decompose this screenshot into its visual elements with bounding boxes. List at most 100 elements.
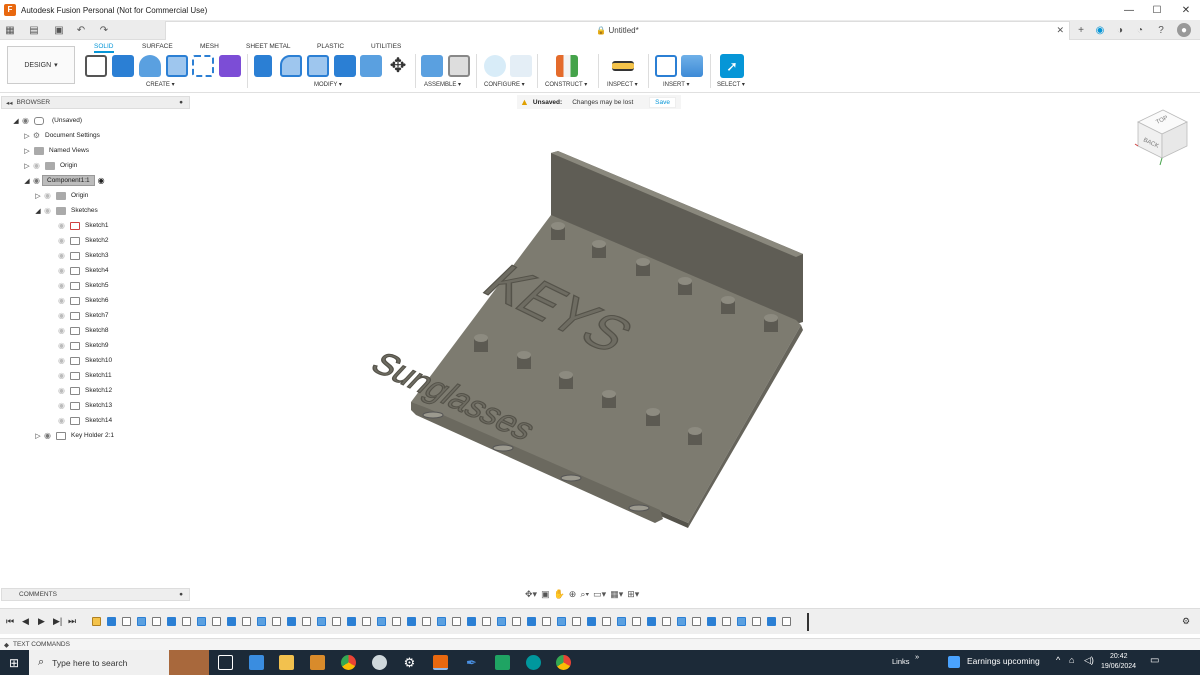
timeline-feature-icon[interactable] [752,617,761,626]
visibility-eye-icon[interactable]: ◉ [31,176,42,185]
visibility-eye-icon[interactable]: ◉ [42,191,53,200]
timeline-feature-icon[interactable] [512,617,521,626]
timeline-feature-icon[interactable] [542,617,551,626]
arduino-icon[interactable] [526,655,541,670]
extrude-icon[interactable] [112,55,134,77]
maximize-button[interactable]: ☐ [1143,0,1171,20]
pen-app-icon[interactable]: ✒ [464,655,479,670]
select-menu[interactable]: SELECT ▾ [717,81,745,88]
tree-root[interactable]: ◢ ◉ (Unsaved) [12,114,82,127]
chrome-icon[interactable] [341,655,356,670]
sketch-row[interactable]: ◉ Sketch14 [56,414,112,427]
timeline-feature-icon[interactable] [602,617,611,626]
sketch-row[interactable]: ◉ Sketch7 [56,309,109,322]
play-icon[interactable]: ▶ [38,616,45,627]
new-component-icon[interactable] [421,55,443,77]
tab-sheet-metal[interactable]: SHEET METAL [246,43,291,50]
pattern-icon[interactable] [192,55,214,77]
fillet-icon[interactable] [280,55,302,77]
sketch-row[interactable]: ◉ Sketch1 [56,219,109,232]
visibility-eye-icon[interactable]: ◉ [20,116,31,125]
timeline-feature-icon[interactable] [197,617,206,626]
visibility-eye-icon[interactable]: ◉ [56,236,67,245]
network-icon[interactable]: ⌂ [1069,655,1074,665]
clock-time[interactable]: 20:42 [1110,653,1128,660]
windows-start-icon[interactable]: ⊞ [9,656,19,670]
timeline-feature-icon[interactable] [362,617,371,626]
save-button[interactable]: Save [649,96,676,108]
go-to-start-icon[interactable]: ⏮ [6,616,14,627]
timeline-feature-icon[interactable] [767,617,776,626]
avatar[interactable]: ● [1177,23,1191,37]
visibility-eye-icon[interactable]: ◉ [56,251,67,260]
chevron-icon[interactable]: » [915,652,919,661]
visibility-eye-icon[interactable]: ◉ [56,341,67,350]
timeline-feature-icon[interactable] [212,617,221,626]
visibility-eye-icon[interactable]: ◉ [56,356,67,365]
timeline-feature-icon[interactable] [257,617,266,626]
task-view-icon[interactable] [218,655,233,670]
visibility-eye-icon[interactable]: ◉ [56,386,67,395]
browser-header[interactable]: ◂◂ BROWSER ● [1,96,190,109]
news-icon[interactable] [948,656,960,668]
assemble-menu[interactable]: ASSEMBLE ▾ [424,81,461,88]
sketch-row[interactable]: ◉ Sketch10 [56,354,112,367]
form-icon[interactable] [219,55,241,77]
timeline-settings-icon[interactable]: ⚙ [1182,616,1190,627]
inspect-menu[interactable]: INSPECT ▾ [607,81,638,88]
timeline-feature-icon[interactable] [557,617,566,626]
undo-icon[interactable]: ↶ [74,23,88,37]
visibility-eye-icon[interactable]: ◉ [31,161,42,170]
pin-icon[interactable]: ● [179,99,183,106]
revolve-icon[interactable] [139,55,161,77]
timeline-feature-icon[interactable] [107,617,116,626]
joint-icon[interactable] [448,55,470,77]
timeline-feature-icon[interactable] [92,617,101,626]
move-icon[interactable]: ✥ [387,55,409,77]
timeline-feature-icon[interactable] [167,617,176,626]
timeline-feature-icon[interactable] [302,617,311,626]
visibility-eye-icon[interactable]: ◉ [56,371,67,380]
text-commands-bar[interactable]: ◆ TEXT COMMANDS [0,638,1200,650]
look-at-icon[interactable]: ▣ [541,589,550,600]
document-tab[interactable]: 🔒 Untitled* ✕ [165,21,1070,40]
timeline-feature-icon[interactable] [272,617,281,626]
shell-icon[interactable] [334,55,356,77]
timeline-feature-icon[interactable] [722,617,731,626]
timeline-marker[interactable] [807,613,809,631]
timeline-feature-icon[interactable] [647,617,656,626]
configure-table-icon[interactable] [510,55,532,77]
sketch-row[interactable]: ◉ Sketch3 [56,249,109,262]
view-cube[interactable]: TOP BACK [1133,104,1191,166]
visibility-eye-icon[interactable]: ◉ [56,311,67,320]
combine-icon[interactable] [360,55,382,77]
news-widget[interactable]: Earnings upcoming [967,656,1040,666]
sheets-icon[interactable] [495,655,510,670]
pan-hand-icon[interactable]: ✋ [554,589,565,600]
tray-overflow-icon[interactable]: ^ [1056,655,1060,665]
expand-triangle-icon[interactable]: ▷ [23,147,31,155]
sketch-row[interactable]: ◉ Sketch12 [56,384,112,397]
links-toolbar[interactable]: Links [892,657,910,666]
viewports-icon[interactable]: ⊞▾ [627,589,639,600]
timeline-feature-icon[interactable] [527,617,536,626]
select-cursor-icon[interactable]: ➚ [720,54,744,78]
timeline-feature-icon[interactable] [392,617,401,626]
insert-menu[interactable]: INSERT ▾ [663,81,689,88]
expand-triangle-icon[interactable]: ◢ [23,177,31,185]
expand-triangle-icon[interactable]: ▷ [23,162,31,170]
timeline-feature-icon[interactable] [377,617,386,626]
file-menu-icon[interactable]: ▤ [27,23,41,37]
visibility-eye-icon[interactable]: ◉ [56,281,67,290]
timeline-feature-icon[interactable] [137,617,146,626]
tree-item-document-settings[interactable]: ▷ ⚙ Document Settings [23,129,100,142]
tab-mesh[interactable]: MESH [200,43,219,50]
timeline-feature-icon[interactable] [422,617,431,626]
help-icon[interactable]: ? [1154,23,1168,37]
timeline-feature-icon[interactable] [707,617,716,626]
tree-item-comp-origin[interactable]: ▷ ◉ Origin [34,189,88,202]
create-menu[interactable]: CREATE ▾ [146,81,175,88]
timeline-feature-icon[interactable] [782,617,791,626]
orbit-icon[interactable]: ✥▾ [525,589,537,600]
minimize-button[interactable]: — [1115,0,1143,20]
